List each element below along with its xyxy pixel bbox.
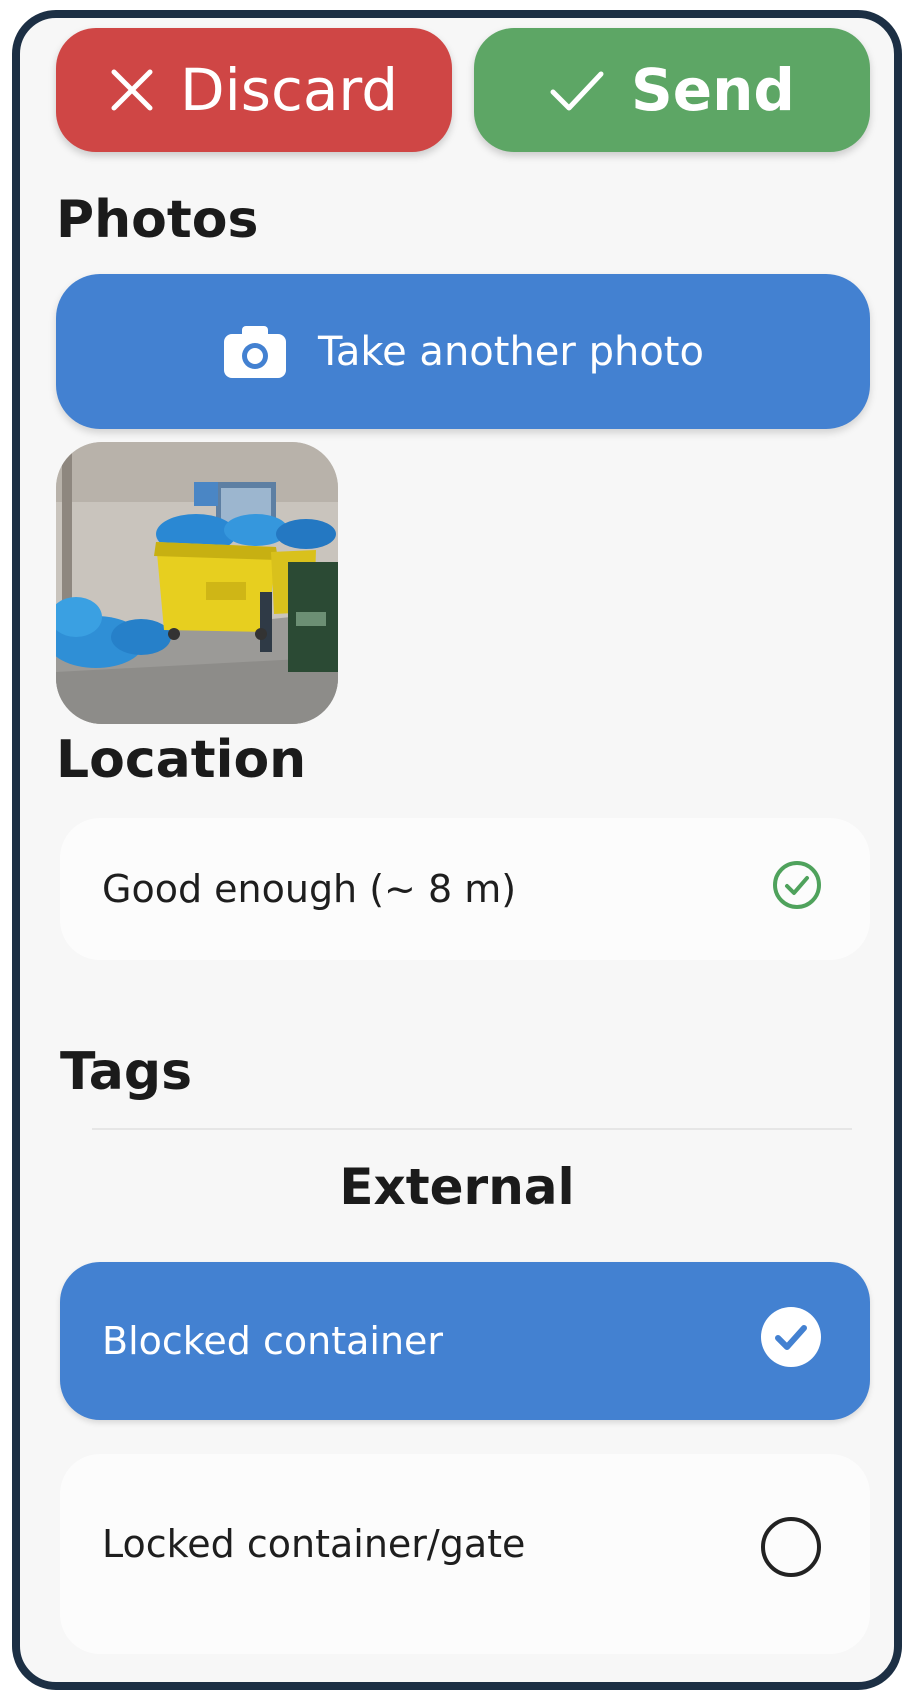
tag-group-title: External <box>339 1158 575 1216</box>
app-frame: Discard Send Photos Take another photo L… <box>12 10 902 1690</box>
photo-thumbnail[interactable] <box>56 442 338 724</box>
send-label: Send <box>631 56 795 124</box>
send-button[interactable]: Send <box>474 28 870 152</box>
photos-heading: Photos <box>56 190 259 250</box>
tags-heading: Tags <box>60 1042 193 1102</box>
location-status-text: Good enough (~ 8 m) <box>102 867 517 911</box>
tag-item-label: Locked container/gate <box>102 1522 526 1566</box>
take-photo-label: Take another photo <box>318 328 704 375</box>
camera-icon <box>222 324 288 380</box>
location-heading: Location <box>56 730 307 790</box>
check-circle-filled-icon <box>758 1304 824 1379</box>
discard-button[interactable]: Discard <box>56 28 452 152</box>
check-circle-outline-icon <box>770 858 824 921</box>
divider <box>92 1128 852 1130</box>
radio-unchecked-icon <box>758 1514 824 1589</box>
discard-label: Discard <box>179 56 399 124</box>
tag-item-blocked-container[interactable]: Blocked container <box>60 1262 870 1420</box>
close-icon <box>110 68 154 112</box>
take-photo-button[interactable]: Take another photo <box>56 274 870 429</box>
checkmark-icon <box>549 68 605 112</box>
location-status-card: Good enough (~ 8 m) <box>60 818 870 960</box>
tag-item-label: Blocked container <box>102 1319 444 1363</box>
tag-item-locked-container-gate[interactable]: Locked container/gate <box>60 1454 870 1654</box>
